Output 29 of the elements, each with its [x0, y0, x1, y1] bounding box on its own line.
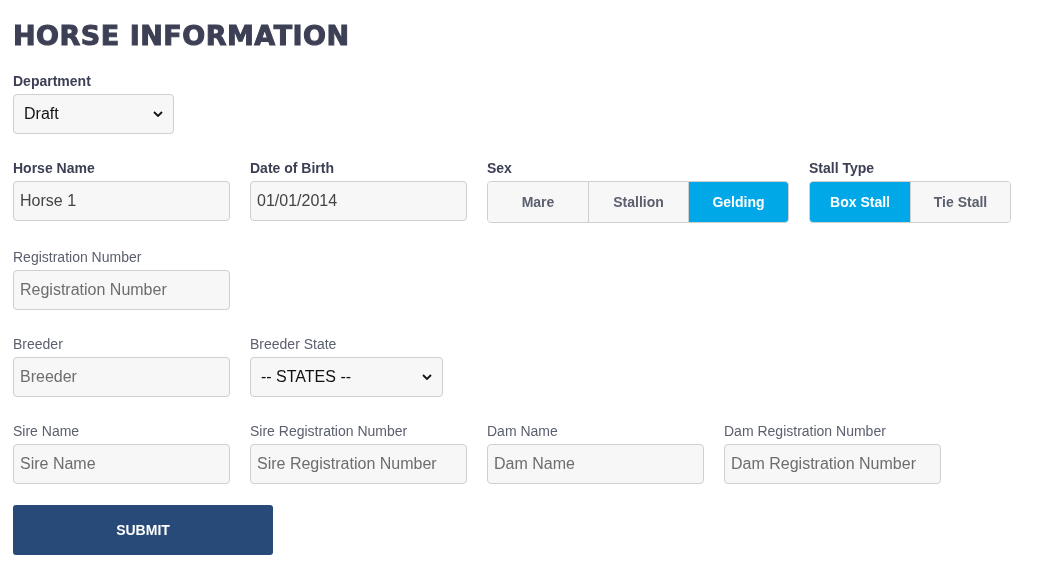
field-label: Breeder State — [250, 336, 337, 352]
text-field[interactable]: Registration Number — [13, 270, 230, 310]
field-label: Stall Type — [809, 160, 875, 176]
toggle-option[interactable]: Stallion — [588, 182, 688, 222]
text-field[interactable]: Breeder — [13, 357, 230, 397]
field-label: Horse Name — [13, 160, 95, 176]
field-label: Department — [13, 73, 91, 89]
field-label: Sex — [487, 160, 512, 176]
toggle-option[interactable]: Tie Stall — [910, 182, 1010, 222]
text-field[interactable]: 01/01/2014 — [250, 181, 467, 221]
dropdown[interactable]: Draft — [13, 94, 174, 134]
dropdown[interactable]: -- STATES -- — [250, 357, 443, 397]
field-label: Dam Name — [487, 423, 558, 439]
text-field[interactable]: Dam Registration Number — [724, 444, 941, 484]
text-field[interactable]: Dam Name — [487, 444, 704, 484]
field-label: Dam Registration Number — [724, 423, 886, 439]
toggle-option[interactable]: Mare — [488, 182, 588, 222]
field-label: Sire Registration Number — [250, 423, 408, 439]
field-label: Breeder — [13, 336, 63, 352]
chevron-down-icon — [153, 111, 163, 117]
field-label: Registration Number — [13, 249, 142, 265]
field-label: Date of Birth — [250, 160, 334, 176]
chevron-down-icon — [422, 374, 432, 380]
field-label: Sire Name — [13, 423, 80, 439]
text-field[interactable]: Sire Registration Number — [250, 444, 467, 484]
page-title: HORSE INFORMATION — [13, 20, 350, 51]
submit-button[interactable]: SUBMIT — [13, 505, 273, 555]
text-field[interactable]: Horse 1 — [13, 181, 230, 221]
text-field[interactable]: Sire Name — [13, 444, 230, 484]
